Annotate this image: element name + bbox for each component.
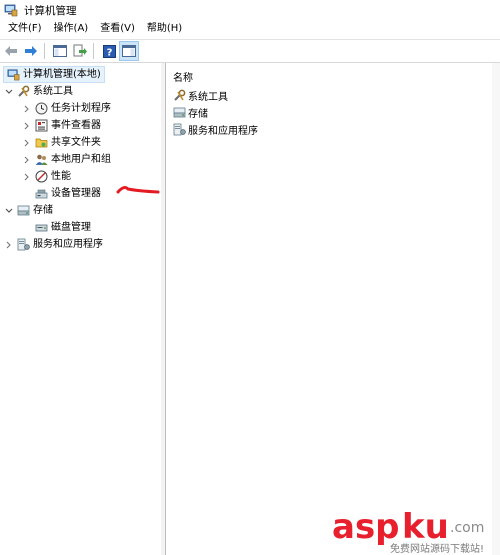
title-bar: 计算机管理 [0,0,500,20]
console-tree-button[interactable] [51,42,69,60]
list-item-label: 存储 [188,108,208,120]
tree-item-performance[interactable]: 性能 [22,168,71,185]
toolbar-separator [93,43,94,59]
column-header-name[interactable]: 名称 [166,67,500,85]
tree-item-label: 性能 [51,170,71,182]
computer-management-icon [4,4,18,17]
forward-arrow-icon [25,46,37,56]
tree-item-storage[interactable]: 存储 [4,202,53,219]
no-expander [22,189,32,199]
red-annotation-arrow [116,186,160,194]
tree-item-label: 共享文件夹 [51,136,101,148]
help-icon: ? [102,44,116,58]
chevron-right-icon[interactable] [22,138,32,148]
tree-item-services-applications[interactable]: 服务和应用程序 [4,236,103,253]
tools-icon [172,88,186,102]
show-hide-pane-button[interactable] [119,41,139,61]
menu-file[interactable]: 文件(F) [4,20,46,38]
menu-action[interactable]: 操作(A) [50,20,93,38]
disk-icon [34,221,48,235]
performance-icon [34,170,48,184]
toolbar: ? [0,39,500,63]
details-pane[interactable]: 名称 系统工具 存储 服务和应用程序 [165,63,500,555]
menu-help[interactable]: 帮助(H) [143,20,186,38]
chevron-right-icon[interactable] [22,121,32,131]
svg-text:?: ? [106,47,112,58]
tree-item-label: 本地用户和组 [51,153,111,165]
export-list-icon [73,44,87,57]
menu-bar: 文件(F) 操作(A) 查看(V) 帮助(H) [0,20,500,38]
tree-item-label: 系统工具 [33,85,73,97]
list-item-services-applications[interactable]: 服务和应用程序 [172,121,258,137]
tree-item-label: 磁盘管理 [51,221,91,233]
svg-text:asp: asp [332,507,400,547]
tree-item-event-viewer[interactable]: 事件查看器 [22,117,101,134]
services-icon [172,122,186,136]
forward-button[interactable] [22,42,40,60]
chevron-right-icon[interactable] [22,155,32,165]
list-item-label: 系统工具 [188,91,228,103]
tree-root-label: 计算机管理(本地) [23,68,101,80]
list-item-storage[interactable]: 存储 [172,104,208,120]
tree-item-device-manager[interactable]: 设备管理器 [22,185,101,202]
column-header-label: 名称 [173,72,193,84]
back-arrow-icon [5,46,17,56]
back-button[interactable] [2,42,20,60]
storage-icon [172,105,186,119]
tree-item-local-users-groups[interactable]: 本地用户和组 [22,151,111,168]
console-tree-icon [53,45,67,57]
tree-item-label: 存储 [33,204,53,216]
clock-icon [34,102,48,116]
list-item-system-tools[interactable]: 系统工具 [172,87,228,103]
window-title: 计算机管理 [24,4,77,17]
svg-text:ku: ku [402,507,449,547]
computer-management-icon [6,68,20,82]
chevron-right-icon[interactable] [4,240,14,250]
tree-item-shared-folders[interactable]: 共享文件夹 [22,134,101,151]
tree-item-label: 事件查看器 [51,119,101,131]
help-button[interactable]: ? [100,42,118,60]
chevron-down-icon[interactable] [4,206,14,216]
export-list-button[interactable] [71,42,89,60]
show-hide-pane-icon [122,45,136,57]
tree-item-label: 设备管理器 [51,187,101,199]
vertical-scroll-track[interactable] [492,63,500,555]
users-icon [34,153,48,167]
shared-folder-icon [34,136,48,150]
list-item-label: 服务和应用程序 [188,125,258,137]
device-manager-icon [34,187,48,201]
aspku-watermark-logo: asp ku .com 免费网站源码下载站! [332,507,484,555]
tree-root-item[interactable]: 计算机管理(本地) [3,66,105,83]
tree-item-label: 服务和应用程序 [33,238,103,250]
svg-text:.com: .com [450,520,484,536]
tree-item-task-scheduler[interactable]: 任务计划程序 [22,100,111,117]
event-viewer-icon [34,119,48,133]
no-expander [22,223,32,233]
storage-icon [16,204,30,218]
tree-item-disk-management[interactable]: 磁盘管理 [22,219,91,236]
menu-view[interactable]: 查看(V) [96,20,139,38]
chevron-right-icon[interactable] [22,172,32,182]
svg-text:免费网站源码下载站!: 免费网站源码下载站! [390,542,484,555]
chevron-down-icon[interactable] [4,87,14,97]
console-tree-pane[interactable]: 计算机管理(本地) 系统工具 任务计划程序 事件查看器 共享文件夹 本地用户和组… [0,63,162,555]
tools-icon [16,85,30,99]
toolbar-separator [44,43,45,59]
tree-item-system-tools[interactable]: 系统工具 [4,83,73,100]
tree-item-label: 任务计划程序 [51,102,111,114]
chevron-right-icon[interactable] [22,104,32,114]
services-icon [16,238,30,252]
